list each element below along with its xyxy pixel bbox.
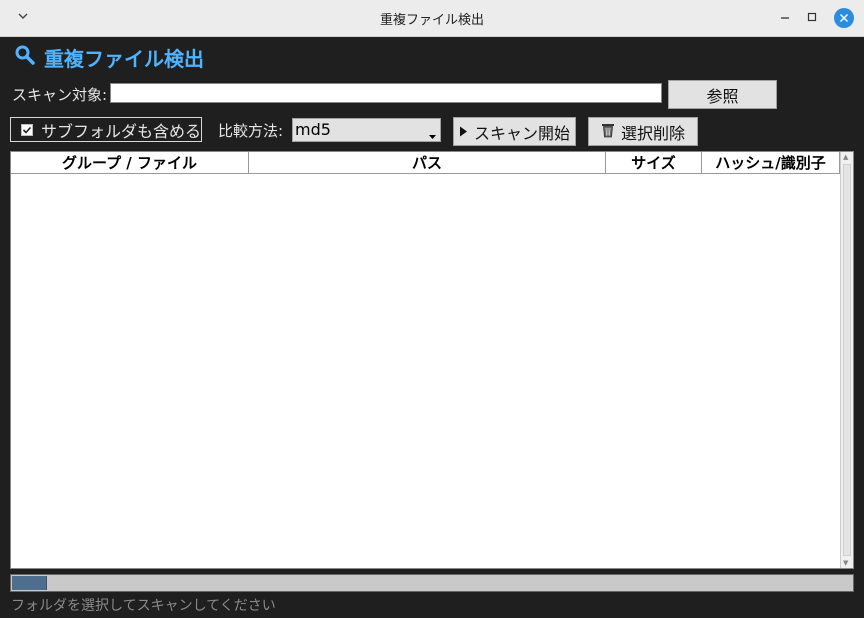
title-bar: 重複ファイル検出 [0, 0, 864, 37]
table-header: グループ / ファイル パス サイズ ハッシュ/識別子 [11, 152, 840, 174]
window-menu-chevron-icon[interactable] [16, 9, 32, 25]
progress-bar [10, 574, 854, 592]
vertical-scrollbar[interactable]: ▲ ▼ [840, 152, 853, 568]
column-header-group-file[interactable]: グループ / ファイル [11, 152, 249, 174]
compare-method-select[interactable]: md5 [292, 118, 441, 142]
play-icon [459, 122, 468, 141]
start-scan-label: スキャン開始 [473, 123, 570, 143]
browse-button[interactable]: 参照 [668, 80, 777, 109]
column-header-hash[interactable]: ハッシュ/識別子 [702, 152, 840, 174]
compare-method-value: md5 [295, 120, 331, 139]
scroll-down-icon[interactable]: ▼ [843, 559, 848, 567]
include-subfolders-label: サブフォルダも含める [41, 121, 202, 141]
delete-selected-button[interactable]: 選択削除 [588, 117, 698, 146]
app-header: 重複ファイル検出 [14, 41, 204, 73]
delete-selected-label: 選択削除 [620, 123, 685, 143]
page-title: 重複ファイル検出 [44, 46, 204, 71]
maximize-icon[interactable] [805, 10, 819, 24]
magnifier-icon [14, 44, 36, 71]
close-icon[interactable] [834, 8, 854, 28]
status-text: フォルダを選択してスキャンしてください [11, 598, 276, 614]
scan-target-input[interactable] [110, 83, 662, 103]
checkbox-checked-icon [21, 123, 33, 136]
dropdown-arrow-icon[interactable] [426, 120, 439, 140]
column-header-path[interactable]: パス [249, 152, 606, 174]
include-subfolders-checkbox[interactable]: サブフォルダも含める [10, 117, 202, 142]
scan-target-label: スキャン対象: [12, 86, 108, 104]
scrollbar-thumb[interactable] [843, 164, 851, 556]
results-table[interactable]: グループ / ファイル パス サイズ ハッシュ/識別子 ▲ ▼ [10, 151, 854, 569]
minimize-icon[interactable] [778, 10, 792, 24]
compare-method-label: 比較方法: [218, 122, 284, 140]
scan-target-row: スキャン対象: 参照 [12, 79, 852, 109]
window-title: 重複ファイル検出 [379, 12, 484, 28]
trash-icon [601, 122, 615, 142]
start-scan-button[interactable]: スキャン開始 [453, 117, 576, 146]
progress-bar-fill [12, 576, 47, 590]
column-header-size[interactable]: サイズ [606, 152, 702, 174]
scroll-up-icon[interactable]: ▲ [843, 153, 848, 161]
options-row: サブフォルダも含める 比較方法: md5 スキャン開始 選択削除 [10, 117, 852, 147]
app-body: 重複ファイル検出 スキャン対象: 参照 サブフォルダも含める 比較方法: md5… [0, 37, 864, 618]
